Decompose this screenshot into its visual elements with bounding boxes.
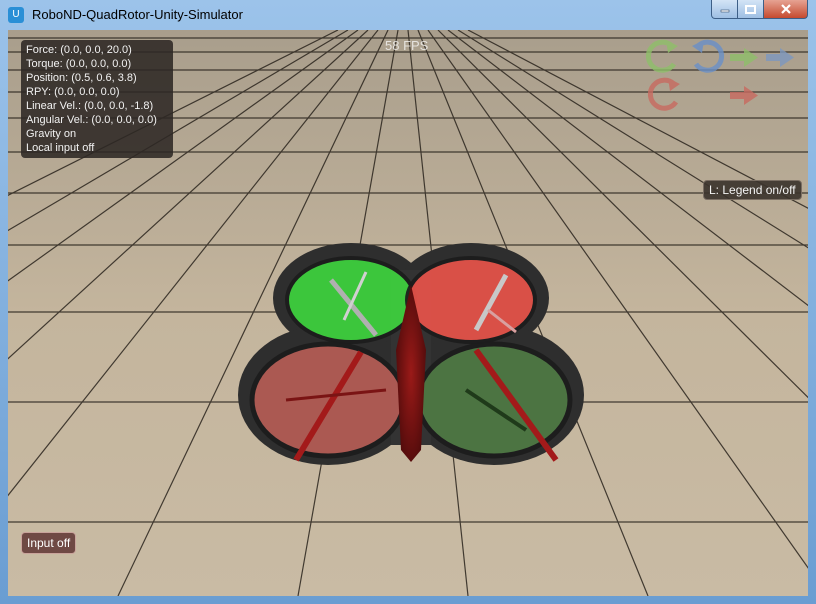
fps-counter: 58 FPS [385, 38, 429, 53]
quadrotor-drone [238, 243, 584, 465]
window-controls [711, 0, 808, 20]
arrow-right-icon [730, 48, 758, 67]
rotor-front-left [285, 256, 417, 344]
position-readout: Position: (0.5, 0.6, 3.8) [26, 72, 137, 84]
rpy-readout: RPY: (0.0, 0.0, 0.0) [26, 86, 120, 98]
force-readout: Force: (0.0, 0.0, 20.0) [26, 44, 132, 56]
title-bar[interactable]: U RoboND-QuadRotor-Unity-Simulator [0, 0, 816, 30]
simulator-window: U RoboND-QuadRotor-Unity-Simulator 58 FP… [0, 0, 816, 604]
window-title: RoboND-QuadRotor-Unity-Simulator [32, 7, 243, 22]
close-icon [780, 4, 791, 14]
linear-velocity-readout: Linear Vel.: (0.0, 0.0, -1.8) [26, 100, 154, 112]
torque-readout: Torque: (0.0, 0.0, 0.0) [26, 58, 132, 70]
rotor-rear-left [249, 341, 407, 462]
simulation-viewport[interactable]: 58 FPS Force: (0.0, 0.0, 20.0) Torque: (… [8, 30, 808, 596]
telemetry-panel: Force: (0.0, 0.0, 20.0) Torque: (0.0, 0.… [21, 40, 173, 158]
legend-toggle-button[interactable]: L: Legend on/off [703, 180, 802, 200]
close-button[interactable] [764, 0, 808, 19]
input-toggle-button[interactable]: Input off [21, 532, 77, 554]
rotate-ccw-icon [645, 39, 678, 73]
rotor-front-right [405, 256, 537, 344]
rotate-cw-icon [692, 39, 725, 73]
rotate-ccw-icon [647, 77, 680, 111]
maximize-icon [745, 4, 756, 14]
minimize-icon [720, 9, 729, 13]
local-input-status: Local input off [26, 142, 95, 154]
control-legend [645, 39, 794, 111]
minimize-button[interactable] [711, 0, 738, 19]
unity-app-icon: U [8, 7, 24, 23]
angular-velocity-readout: Angular Vel.: (0.0, 0.0, 0.0) [26, 114, 157, 126]
rotor-rear-right [415, 341, 573, 462]
gravity-status: Gravity on [26, 128, 77, 140]
arrow-right-icon [766, 48, 794, 67]
maximize-button[interactable] [738, 0, 764, 19]
arrow-right-icon [730, 86, 758, 105]
